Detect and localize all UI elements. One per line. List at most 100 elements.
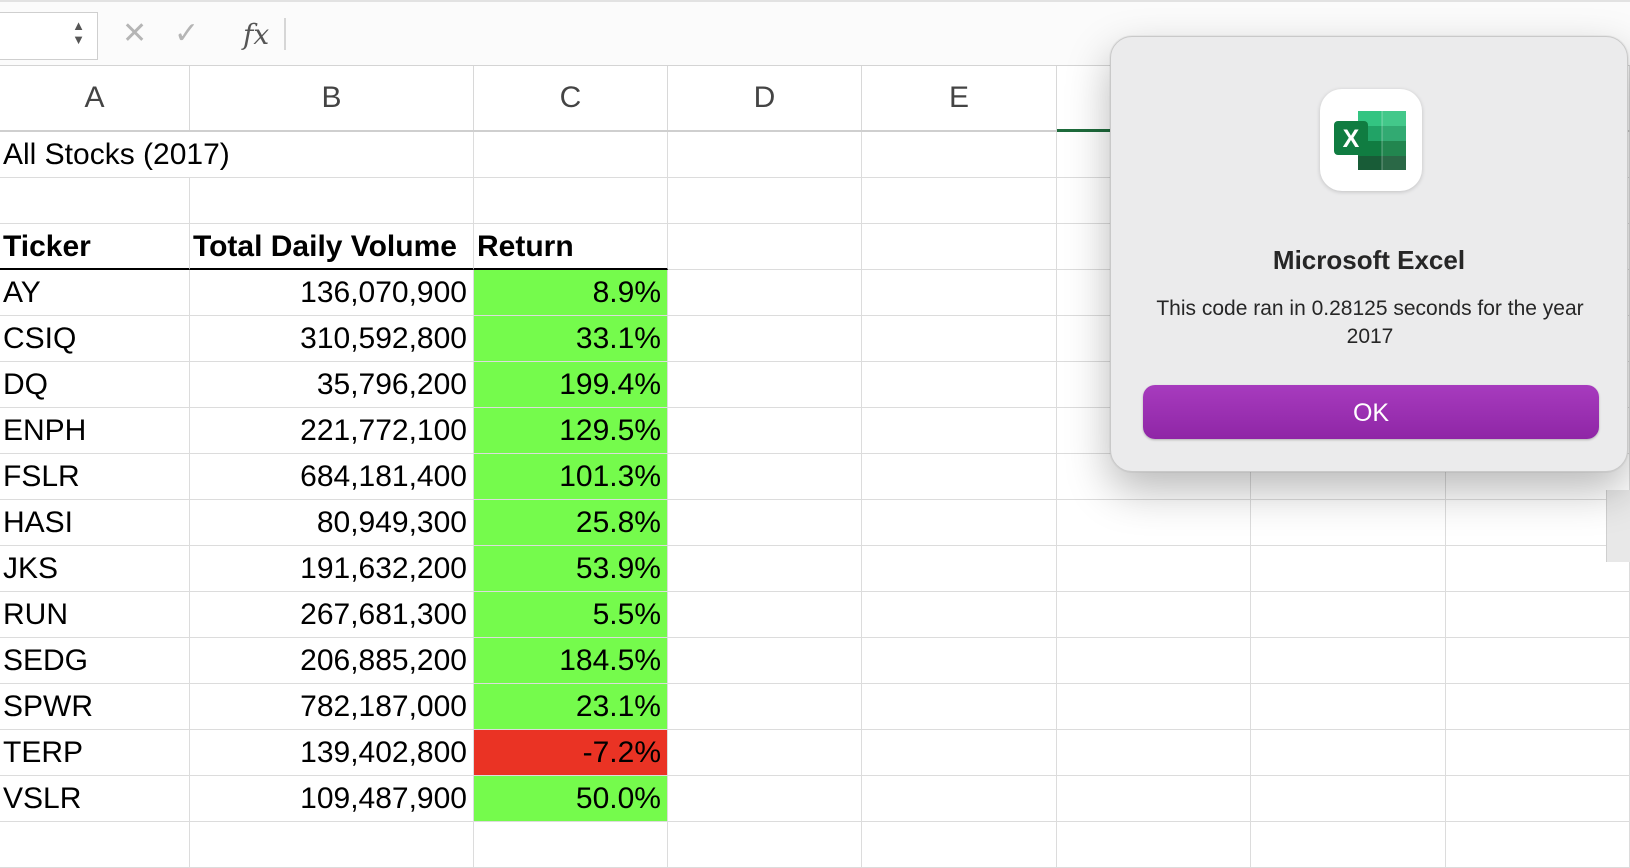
return-cell[interactable]: 50.0% — [474, 776, 668, 822]
volume-cell[interactable]: 206,885,200 — [190, 638, 474, 684]
ticker-cell[interactable]: VSLR — [0, 776, 190, 822]
volume-cell[interactable]: 139,402,800 — [190, 730, 474, 776]
cell[interactable] — [862, 822, 1057, 868]
cell[interactable] — [0, 822, 190, 868]
cell[interactable] — [862, 132, 1057, 178]
cell[interactable] — [862, 362, 1057, 408]
cell[interactable] — [862, 684, 1057, 730]
cell[interactable] — [862, 730, 1057, 776]
cell[interactable] — [668, 270, 862, 316]
cell[interactable] — [1057, 546, 1251, 592]
cell[interactable] — [1251, 592, 1446, 638]
cell[interactable] — [1251, 776, 1446, 822]
return-cell[interactable]: 33.1% — [474, 316, 668, 362]
cell[interactable] — [668, 776, 862, 822]
return-cell[interactable]: 23.1% — [474, 684, 668, 730]
ticker-cell[interactable]: SEDG — [0, 638, 190, 684]
column-header-b[interactable]: B — [190, 66, 474, 130]
volume-cell[interactable]: 310,592,800 — [190, 316, 474, 362]
cancel-icon[interactable]: ✕ — [122, 16, 147, 51]
cell[interactable] — [1057, 592, 1251, 638]
cell[interactable] — [668, 362, 862, 408]
cell[interactable] — [668, 316, 862, 362]
ok-button[interactable]: OK — [1143, 385, 1599, 439]
cell[interactable] — [190, 178, 474, 224]
ticker-cell[interactable]: SPWR — [0, 684, 190, 730]
cell[interactable] — [862, 224, 1057, 270]
cell[interactable] — [668, 408, 862, 454]
cell[interactable] — [668, 730, 862, 776]
cell[interactable] — [474, 822, 668, 868]
volume-cell[interactable]: 109,487,900 — [190, 776, 474, 822]
volume-cell[interactable]: 80,949,300 — [190, 500, 474, 546]
cell[interactable] — [862, 592, 1057, 638]
insert-function-icon[interactable]: fx — [243, 18, 269, 51]
cell[interactable] — [1446, 776, 1630, 822]
return-cell[interactable]: 129.5% — [474, 408, 668, 454]
return-cell[interactable]: 25.8% — [474, 500, 668, 546]
cell[interactable] — [668, 638, 862, 684]
sheet-title-cell[interactable]: All Stocks (2017) — [0, 132, 474, 178]
cell[interactable] — [1446, 638, 1630, 684]
cell[interactable] — [1446, 592, 1630, 638]
ticker-cell[interactable]: ENPH — [0, 408, 190, 454]
name-box-stepper-icon[interactable]: ▲ ▼ — [72, 19, 85, 47]
volume-cell[interactable]: 136,070,900 — [190, 270, 474, 316]
cell[interactable] — [1057, 638, 1251, 684]
cell[interactable] — [1446, 684, 1630, 730]
volume-cell[interactable]: 221,772,100 — [190, 408, 474, 454]
cell[interactable] — [1251, 638, 1446, 684]
formula-input[interactable] — [296, 18, 1060, 54]
cell[interactable] — [1446, 500, 1630, 546]
cell[interactable] — [668, 684, 862, 730]
cell[interactable] — [1446, 730, 1630, 776]
cell[interactable] — [1251, 546, 1446, 592]
cell[interactable] — [0, 178, 190, 224]
cell[interactable] — [1057, 822, 1251, 868]
cell[interactable] — [1057, 684, 1251, 730]
cell[interactable] — [1251, 730, 1446, 776]
cell[interactable] — [668, 822, 862, 868]
column-header-c[interactable]: C — [474, 66, 668, 130]
volume-cell[interactable]: 267,681,300 — [190, 592, 474, 638]
cell[interactable] — [474, 178, 668, 224]
cell[interactable] — [190, 822, 474, 868]
cell[interactable] — [668, 178, 862, 224]
ticker-cell[interactable]: DQ — [0, 362, 190, 408]
column-header-a[interactable]: A — [0, 66, 190, 130]
header-ticker[interactable]: Ticker — [0, 224, 190, 270]
cell[interactable] — [1057, 500, 1251, 546]
cell[interactable] — [668, 224, 862, 270]
cell[interactable] — [862, 500, 1057, 546]
ticker-cell[interactable]: TERP — [0, 730, 190, 776]
cell[interactable] — [1251, 500, 1446, 546]
cell[interactable] — [862, 638, 1057, 684]
cell[interactable] — [1251, 684, 1446, 730]
volume-cell[interactable]: 782,187,000 — [190, 684, 474, 730]
cell[interactable] — [668, 132, 862, 178]
name-box[interactable]: ▲ ▼ — [0, 12, 98, 60]
cell[interactable] — [668, 454, 862, 500]
cell[interactable] — [862, 178, 1057, 224]
enter-icon[interactable]: ✓ — [174, 16, 199, 51]
ticker-cell[interactable]: AY — [0, 270, 190, 316]
cell[interactable] — [668, 546, 862, 592]
ticker-cell[interactable]: CSIQ — [0, 316, 190, 362]
cell[interactable] — [474, 132, 668, 178]
volume-cell[interactable]: 35,796,200 — [190, 362, 474, 408]
cell[interactable] — [862, 316, 1057, 362]
cell[interactable] — [862, 270, 1057, 316]
ticker-cell[interactable]: FSLR — [0, 454, 190, 500]
cell[interactable] — [862, 408, 1057, 454]
column-header-d[interactable]: D — [668, 66, 862, 130]
cell[interactable] — [1446, 822, 1630, 868]
cell[interactable] — [668, 500, 862, 546]
return-cell[interactable]: 184.5% — [474, 638, 668, 684]
cell[interactable] — [1057, 776, 1251, 822]
return-cell[interactable]: 5.5% — [474, 592, 668, 638]
volume-cell[interactable]: 684,181,400 — [190, 454, 474, 500]
cell[interactable] — [862, 454, 1057, 500]
cell[interactable] — [862, 546, 1057, 592]
return-cell[interactable]: 53.9% — [474, 546, 668, 592]
return-cell[interactable]: 101.3% — [474, 454, 668, 500]
